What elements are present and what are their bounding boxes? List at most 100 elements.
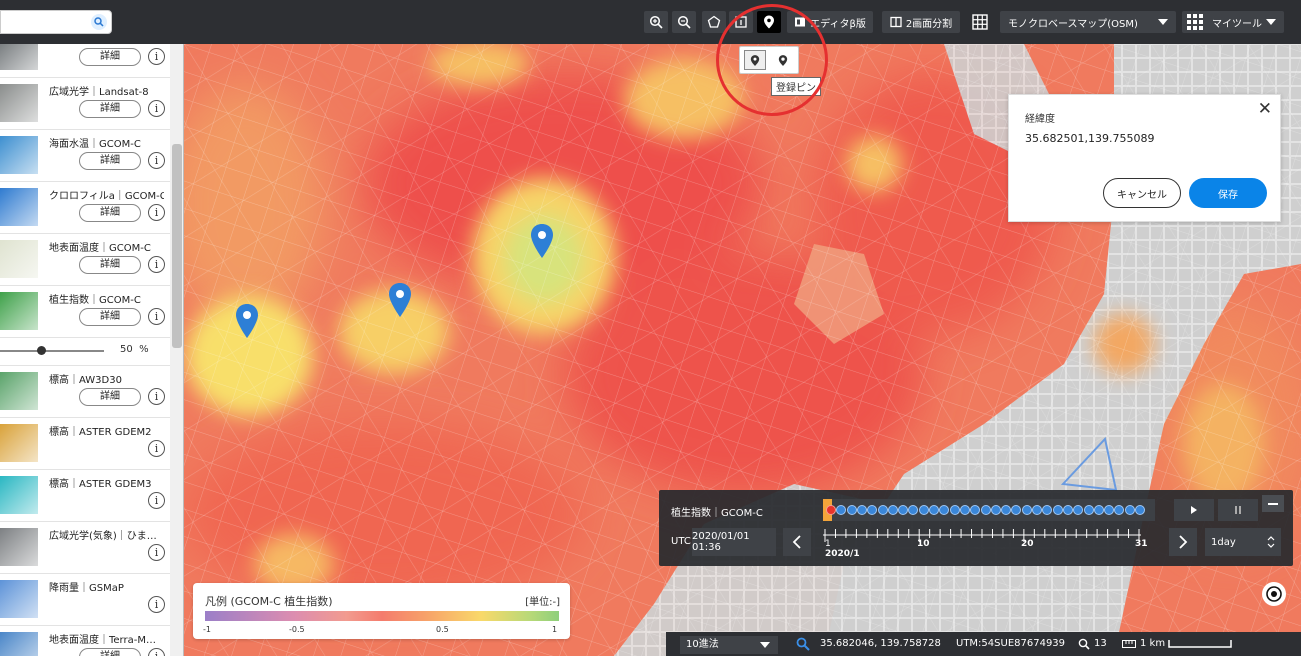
timeline-day-dot[interactable] — [1062, 505, 1073, 515]
search-input[interactable] — [5, 14, 89, 30]
layer-thumbnail[interactable] — [0, 372, 38, 410]
layer-item[interactable]: 地表面温度｜Terra-M… 詳細 i — [0, 626, 170, 656]
info-icon[interactable]: i — [148, 648, 165, 656]
info-icon[interactable]: i — [148, 440, 165, 457]
info-icon[interactable]: i — [148, 152, 165, 169]
layer-detail-button[interactable]: 詳細 — [79, 204, 141, 222]
timeline-day-dot[interactable] — [929, 505, 939, 515]
timeline-day-dot[interactable] — [1011, 505, 1022, 515]
timeline-day-dot[interactable] — [846, 505, 857, 515]
current-location-button[interactable] — [1262, 582, 1286, 606]
timeline-day-dot[interactable] — [867, 505, 878, 515]
timeline-day-dot[interactable] — [990, 505, 1001, 515]
layer-detail-button[interactable]: 詳細 — [79, 100, 141, 118]
layer-item[interactable]: 降雨量｜GSMaP i — [0, 574, 170, 626]
timeline-day-dot[interactable] — [877, 505, 888, 515]
timeline-day-dot[interactable] — [1104, 505, 1115, 515]
search-box[interactable] — [0, 10, 112, 34]
layer-item[interactable]: クロロフィルa｜GCOM-C 詳細 i — [0, 182, 170, 234]
search-icon[interactable] — [91, 14, 107, 30]
timeline-day-dot[interactable] — [949, 505, 960, 515]
map-pin-icon[interactable] — [388, 282, 412, 318]
layer-thumbnail[interactable] — [0, 476, 38, 514]
zoom-in-button[interactable] — [644, 11, 668, 33]
layer-thumbnail[interactable] — [0, 292, 38, 330]
timeline-day-dot[interactable] — [887, 505, 898, 515]
layer-thumbnail[interactable] — [0, 136, 38, 174]
timeline-day-dot[interactable] — [1114, 505, 1125, 515]
timeline-day-dot[interactable] — [898, 505, 909, 515]
layer-thumbnail[interactable] — [0, 240, 38, 278]
timeline-day-dot[interactable] — [1001, 505, 1012, 515]
basemap-select[interactable]: モノクロベースマップ(OSM) — [1000, 11, 1176, 33]
layer-thumbnail[interactable] — [0, 632, 38, 656]
info-icon[interactable]: i — [148, 256, 165, 273]
layer-item[interactable]: 標高｜AW3D30 詳細 i — [0, 366, 170, 418]
search-icon[interactable] — [796, 637, 810, 651]
timeline-day-dot[interactable] — [1073, 505, 1084, 515]
timeline-day-dot[interactable] — [980, 505, 991, 515]
save-button[interactable]: 保存 — [1189, 178, 1267, 208]
timeline-day-dot[interactable] — [1124, 505, 1135, 515]
map-pin-icon[interactable] — [530, 223, 554, 259]
info-icon[interactable]: i — [148, 492, 165, 509]
timeline-ruler[interactable] — [823, 528, 1143, 562]
layer-detail-button[interactable]: 詳細 — [79, 48, 141, 66]
timeline-day-dot[interactable] — [918, 505, 929, 515]
next-button[interactable] — [1169, 528, 1197, 556]
info-icon[interactable]: i — [148, 48, 165, 65]
mytools-menu[interactable]: マイツール — [1182, 11, 1284, 33]
timeline-day-dot[interactable] — [959, 505, 970, 515]
layer-detail-button[interactable]: 詳細 — [79, 388, 141, 406]
layer-detail-button[interactable]: 詳細 — [79, 648, 141, 656]
timeline-day-dot[interactable] — [908, 505, 919, 515]
timeline-day-dot[interactable] — [1135, 505, 1145, 515]
coordinate-format-select[interactable]: 10進法 — [680, 636, 778, 654]
sidebar-scrollbar[interactable] — [170, 44, 183, 656]
layer-item[interactable]: 広域光学(気象)｜ひま… i — [0, 522, 170, 574]
info-icon[interactable]: i — [148, 596, 165, 613]
timeline-day-dot[interactable] — [1021, 505, 1032, 515]
timeline-day-dot[interactable] — [836, 505, 847, 515]
layer-thumbnail[interactable] — [0, 528, 38, 566]
timeline-day-dot[interactable] — [1083, 505, 1094, 515]
layer-thumbnail[interactable] — [0, 580, 38, 618]
info-icon[interactable]: i — [148, 204, 165, 221]
layer-detail-button[interactable]: 詳細 — [79, 256, 141, 274]
scrollbar-thumb[interactable] — [172, 144, 182, 348]
pause-button[interactable] — [1218, 499, 1258, 521]
timeline-day-dot[interactable] — [939, 505, 950, 515]
map-pin-icon[interactable] — [235, 303, 259, 339]
timeline-day-dot[interactable] — [1042, 505, 1053, 515]
layer-item[interactable]: 海面水温｜GCOM-C 詳細 i — [0, 130, 170, 182]
layer-thumbnail[interactable] — [0, 44, 38, 70]
layer-item[interactable]: 地表面温度｜GCOM-C 詳細 i — [0, 234, 170, 286]
info-icon[interactable]: i — [148, 100, 165, 117]
timeline-day-dot[interactable] — [826, 505, 836, 515]
layer-item[interactable]: 植生指数｜GCOM-C 詳細 i — [0, 286, 170, 338]
timeline-day-dot[interactable] — [1032, 505, 1042, 515]
layer-item[interactable]: 標高｜ASTER GDEM2 i — [0, 418, 170, 470]
split-screen-button[interactable]: 2画面分割 — [882, 11, 960, 33]
layer-thumbnail[interactable] — [0, 424, 38, 462]
time-step-select[interactable]: 1day — [1205, 528, 1281, 556]
info-icon[interactable]: i — [148, 308, 165, 325]
timeline-day-track[interactable] — [823, 499, 1155, 521]
timeline-day-dot[interactable] — [970, 505, 981, 515]
layer-detail-button[interactable]: 詳細 — [79, 152, 141, 170]
cancel-button[interactable]: キャンセル — [1103, 178, 1181, 208]
opacity-slider-handle[interactable] — [37, 346, 46, 355]
previous-button[interactable] — [783, 528, 811, 556]
info-icon[interactable]: i — [148, 544, 165, 561]
polygon-tool-button[interactable] — [702, 11, 726, 33]
grid-button[interactable] — [968, 11, 992, 33]
minimize-button[interactable] — [1262, 495, 1284, 512]
layer-item[interactable]: 広域光学｜AVNIR-2 詳細 i — [0, 44, 170, 78]
info-icon[interactable]: i — [148, 388, 165, 405]
layer-item[interactable]: 標高｜ASTER GDEM3 i — [0, 470, 170, 522]
close-icon[interactable]: ✕ — [1258, 99, 1272, 119]
timeline-day-dot[interactable] — [1052, 505, 1063, 515]
layer-thumbnail[interactable] — [0, 188, 38, 226]
layer-detail-button[interactable]: 詳細 — [79, 308, 141, 326]
layer-thumbnail[interactable] — [0, 84, 38, 122]
